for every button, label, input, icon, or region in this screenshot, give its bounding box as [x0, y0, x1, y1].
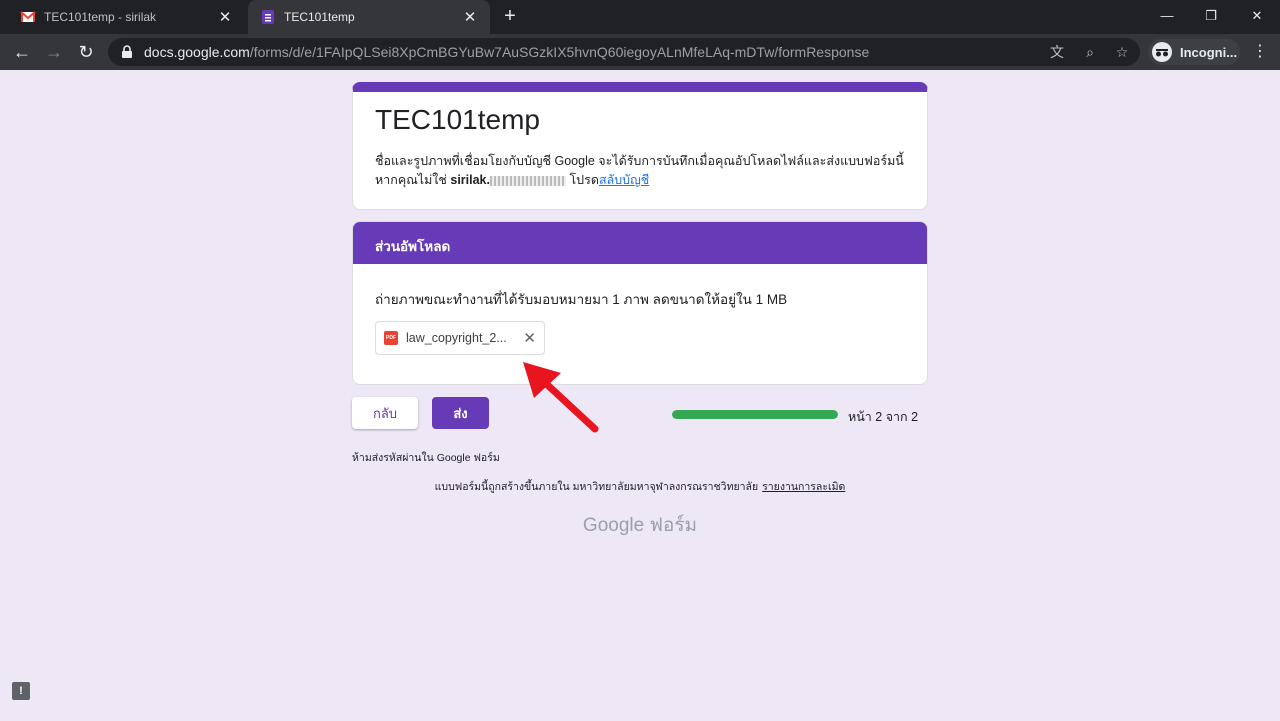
notice-prefix: หากคุณไม่ใช่: [375, 173, 451, 187]
tab-title: TEC101temp: [284, 10, 355, 24]
menu-kebab-icon[interactable]: ⋮: [1248, 40, 1272, 64]
created-by-text: แบบฟอร์มนี้ถูกสร้างขึ้นภายใน มหาวิทยาลัย…: [434, 481, 759, 493]
notice-line-1: ชื่อและรูปภาพที่เชื่อมโยงกับบัญชี Google…: [375, 154, 904, 168]
forward-arrow-icon[interactable]: →: [42, 40, 66, 64]
translate-icon[interactable]: 文: [1048, 43, 1066, 61]
restore-icon[interactable]: ❐: [1200, 6, 1222, 26]
form-header-card: TEC101temp ชื่อและรูปภาพที่เชื่อมโยงกับบ…: [352, 82, 928, 210]
close-tab-icon[interactable]: ✕: [462, 8, 478, 26]
browser-toolbar: ← → ↻ docs.google.com/forms/d/e/1FAIpQLS…: [0, 34, 1280, 70]
pdf-file-icon: PDF: [384, 331, 398, 345]
notice-line-2: หากคุณไม่ใช่ sirilak. โปรดสลับบัญชี: [375, 171, 915, 190]
section-title: ส่วนอัพโหลด: [353, 222, 927, 264]
forms-icon: [262, 10, 274, 24]
switch-account-link[interactable]: สลับบัญชี: [599, 173, 649, 187]
back-arrow-icon[interactable]: ←: [10, 40, 34, 64]
uploaded-file-chip[interactable]: PDF law_copyright_2... ✕: [375, 321, 545, 355]
remove-file-icon[interactable]: ✕: [523, 329, 536, 347]
page-indicator: หน้า 2 จาก 2: [848, 410, 919, 424]
zoom-icon[interactable]: ⌕: [1081, 43, 1099, 61]
close-window-icon[interactable]: ✕: [1246, 6, 1268, 26]
incognito-profile-button[interactable]: Incogni...: [1148, 39, 1240, 65]
url-host: docs.google.com: [144, 44, 250, 60]
back-button[interactable]: กลับ: [352, 397, 418, 429]
reload-icon[interactable]: ↻: [74, 40, 98, 64]
question-text: ถ่ายภาพขณะทำงานที่ได้รับมอบหมายมา 1 ภาพ …: [375, 292, 788, 307]
bookmark-star-icon[interactable]: ☆: [1113, 43, 1131, 61]
form-title: TEC101temp: [375, 104, 540, 135]
incognito-icon: [1152, 42, 1172, 62]
password-warning: ห้ามส่งรหัสผ่านใน Google ฟอร์ม: [352, 452, 500, 464]
file-name: law_copyright_2...: [406, 331, 507, 345]
report-abuse-link[interactable]: รายงานการละเมิด: [762, 481, 845, 493]
profile-label: Incogni...: [1180, 44, 1238, 60]
google-forms-logo[interactable]: Google ฟอร์ม: [352, 510, 928, 540]
tab-gmail[interactable]: TEC101temp - sirilak ✕: [8, 0, 245, 34]
lock-icon: [122, 45, 132, 58]
account-email: sirilak.: [450, 173, 490, 187]
submit-button[interactable]: ส่ง: [432, 397, 489, 429]
url-path: /forms/d/e/1FAIpQLSei8XpCmBGYuBw7AuSGzkI…: [249, 44, 870, 60]
upload-section-card: ส่วนอัพโหลด ถ่ายภาพขณะทำงานที่ได้รับมอบห…: [352, 221, 928, 385]
created-by-notice: แบบฟอร์มนี้ถูกสร้างขึ้นภายใน มหาวิทยาลัย…: [352, 478, 928, 495]
account-notice: ชื่อและรูปภาพที่เชื่อมโยงกับบัญชี Google…: [375, 152, 915, 190]
notice-suffix: โปรด: [566, 173, 599, 187]
new-tab-button[interactable]: +: [500, 5, 520, 29]
tab-strip: TEC101temp - sirilak ✕ TEC101temp ✕ + — …: [0, 0, 1280, 34]
address-bar[interactable]: docs.google.com/forms/d/e/1FAIpQLSei8XpC…: [108, 38, 1140, 66]
close-tab-icon[interactable]: ✕: [217, 8, 233, 26]
tab-title: TEC101temp - sirilak: [44, 10, 157, 24]
progress-fill: [672, 410, 838, 419]
minimize-icon[interactable]: —: [1156, 6, 1178, 26]
annotation-arrow-icon: [523, 362, 599, 433]
tab-forms[interactable]: TEC101temp ✕: [248, 0, 490, 34]
report-feedback-icon[interactable]: !: [12, 682, 30, 700]
progress-bar: [672, 410, 838, 419]
gmail-icon: [20, 11, 36, 22]
redacted-email: [490, 175, 566, 186]
